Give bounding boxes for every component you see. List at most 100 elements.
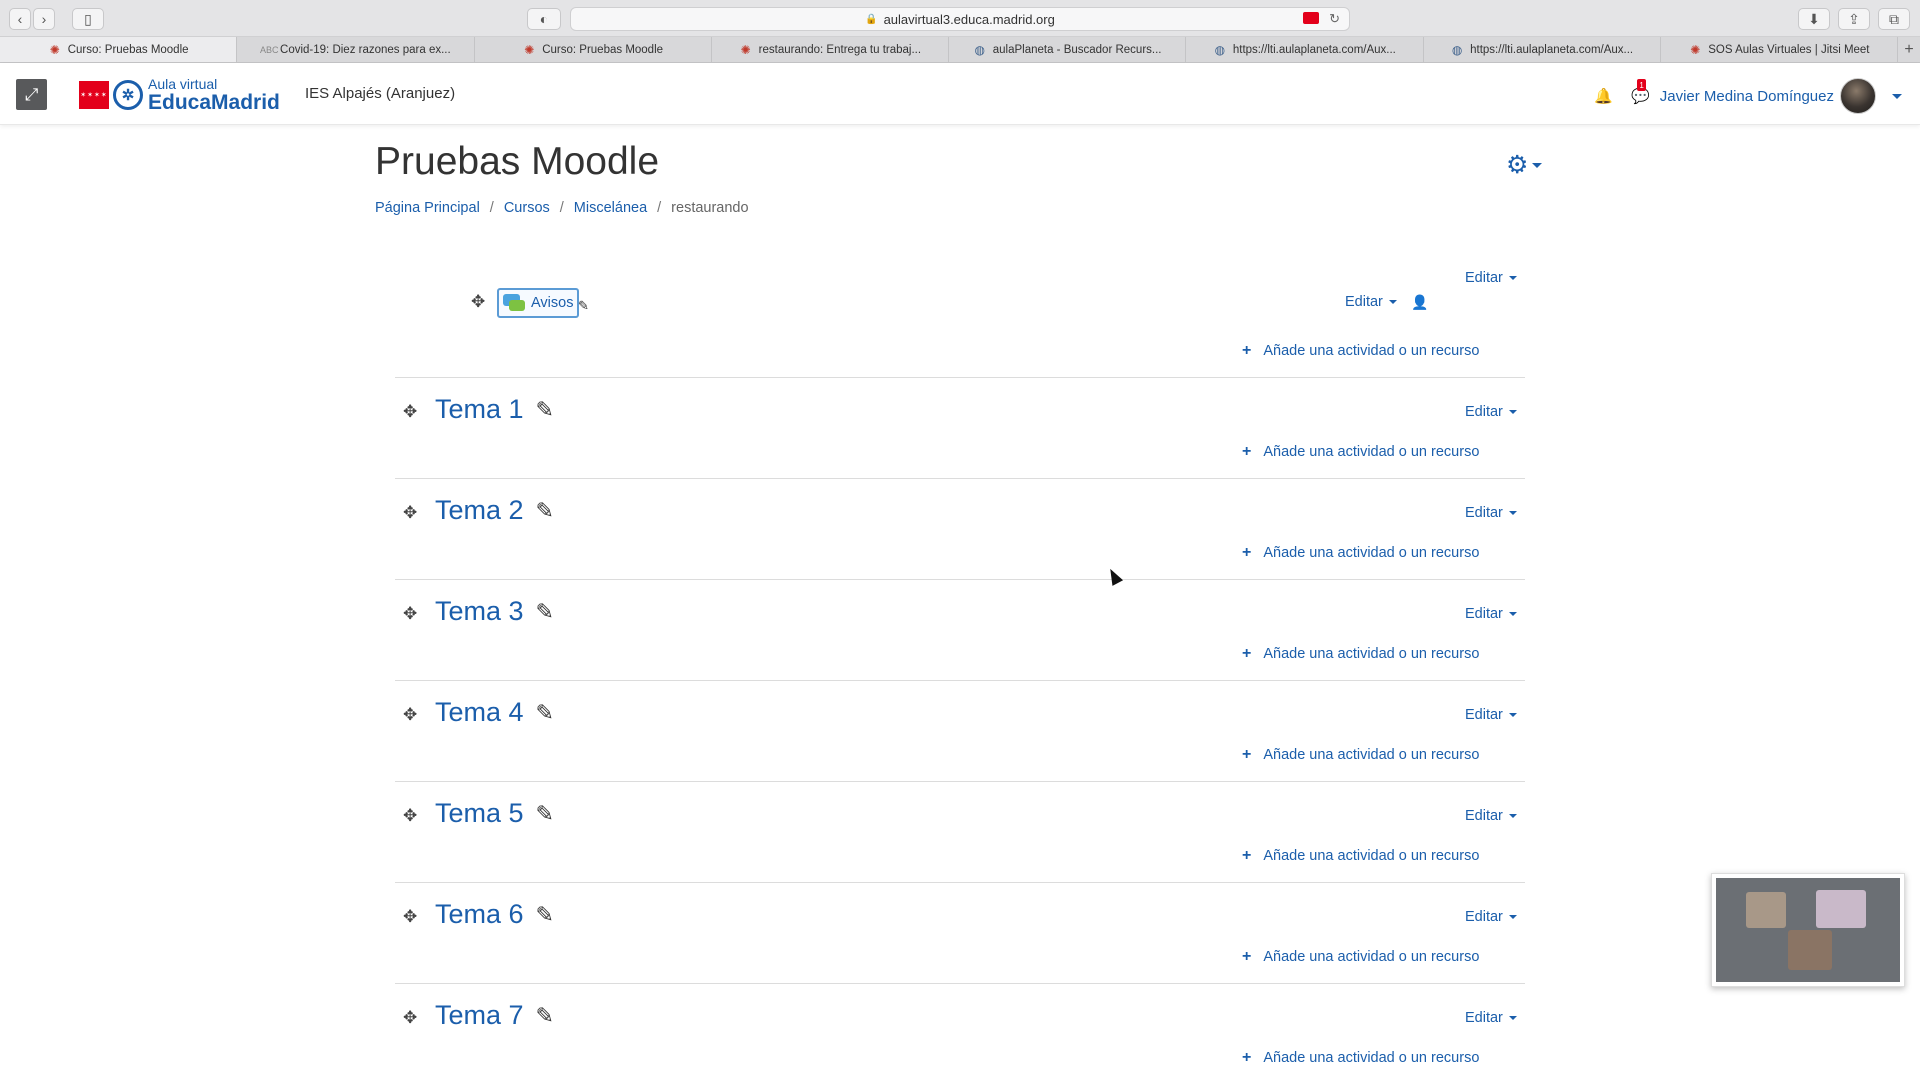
new-tab-button[interactable]: + (1898, 37, 1920, 62)
section-title-tema-5[interactable]: Tema 5 ✎ (435, 798, 554, 829)
section-title-tema-2[interactable]: Tema 2 ✎ (435, 495, 554, 526)
pencil-icon[interactable]: ✎ (536, 1003, 554, 1029)
section-4-edit-menu[interactable]: Editar (1465, 707, 1517, 723)
section-1-edit-menu[interactable]: Editar (1465, 404, 1517, 420)
section-title-tema-7[interactable]: Tema 7 ✎ (435, 1000, 554, 1031)
breadcrumb-home[interactable]: Página Principal (375, 200, 480, 216)
move-icon[interactable]: ✥ (403, 907, 417, 927)
pencil-icon[interactable]: ✎ (536, 397, 554, 423)
chevron-down-icon (1508, 612, 1517, 616)
user-icon[interactable]: 👤 (1411, 294, 1428, 311)
move-icon[interactable]: ✥ (471, 292, 485, 312)
add-activity-button[interactable]: + Añade una actividad o un recurso (1242, 544, 1479, 562)
activity-avisos-edit-menu[interactable]: Editar (1345, 294, 1397, 310)
pencil-icon[interactable]: ✎ (578, 298, 589, 314)
extension-icon[interactable] (1303, 12, 1319, 24)
site-name[interactable]: IES Alpajés (Aranjuez) (305, 85, 455, 102)
plus-icon: + (1242, 443, 1252, 460)
tab-1[interactable]: ABC Covid-19: Diez razones para ex... (237, 37, 475, 62)
pencil-icon[interactable]: ✎ (536, 902, 554, 928)
forward-button[interactable]: › (33, 8, 55, 30)
site-navbar: ⤢ ✶✶✶✶ ✲ Aula virtual EducaMadrid IES Al… (0, 63, 1920, 125)
add-activity-button[interactable]: + Añade una actividad o un recurso (1242, 746, 1479, 764)
pencil-icon[interactable]: ✎ (536, 801, 554, 827)
educamadrid-emblem-icon: ✲ (113, 80, 143, 110)
move-icon[interactable]: ✥ (403, 604, 417, 624)
site-logo[interactable]: ✶✶✶✶ ✲ Aula virtual EducaMadrid (79, 77, 280, 113)
lock-icon: 🔒 (865, 13, 878, 25)
section-title-tema-1[interactable]: Tema 1 ✎ (435, 394, 554, 425)
section-title-tema-6[interactable]: Tema 6 ✎ (435, 899, 554, 930)
tab-7[interactable]: ✺ SOS Aulas Virtuales | Jitsi Meet (1661, 37, 1898, 62)
drawer-toggle-button[interactable]: ⤢ (16, 79, 47, 110)
course-settings-menu[interactable]: ⚙ (1506, 153, 1543, 178)
move-icon[interactable]: ✥ (403, 503, 417, 523)
sidebar-toggle-button[interactable]: ▯ (72, 8, 104, 30)
back-button[interactable]: ‹ (9, 8, 31, 30)
add-activity-button[interactable]: + Añade una actividad o un recurso (1242, 847, 1479, 865)
address-bar[interactable]: 🔒 aulavirtual3.educa.madrid.org ↻ (570, 7, 1350, 31)
participant-video (1788, 930, 1832, 970)
user-menu-area: 🔔 💬 1 Javier Medina Domínguez (1594, 78, 1902, 114)
downloads-button[interactable]: ⬇ (1798, 8, 1830, 30)
add-activity-button[interactable]: + Añade una actividad o un recurso (1242, 645, 1479, 663)
message-count-badge: 1 (1637, 79, 1647, 91)
add-activity-button[interactable]: + Añade una actividad o un recurso (1242, 1049, 1479, 1067)
avatar[interactable] (1840, 78, 1876, 114)
tab-3[interactable]: ✺ restaurando: Entrega tu trabaj... (712, 37, 949, 62)
share-icon: ⇪ (1848, 10, 1860, 27)
pencil-icon[interactable]: ✎ (536, 700, 554, 726)
pencil-icon[interactable]: ✎ (536, 498, 554, 524)
tab-4[interactable]: ◍ aulaPlaneta - Buscador Recurs... (949, 37, 1187, 62)
chevron-down-icon (1508, 410, 1517, 414)
tab-5[interactable]: ◍ https://lti.aulaplaneta.com/Aux... (1186, 37, 1424, 62)
globe-icon: ◍ (974, 42, 985, 57)
user-name[interactable]: Javier Medina Domínguez (1660, 88, 1834, 105)
globe-icon: ◍ (1451, 42, 1463, 57)
abc-icon: ABC (260, 44, 279, 55)
chevron-down-icon (1532, 163, 1543, 168)
chevron-down-icon[interactable] (1892, 93, 1902, 99)
move-icon[interactable]: ✥ (403, 402, 417, 422)
section-5-edit-menu[interactable]: Editar (1465, 808, 1517, 824)
reload-icon[interactable]: ↻ (1329, 11, 1340, 27)
bell-icon[interactable]: 🔔 (1594, 87, 1613, 105)
tab-2[interactable]: ✺ Curso: Pruebas Moodle (475, 37, 712, 62)
tabs-overview-button[interactable]: ⧉ (1878, 8, 1910, 30)
globe-icon: ◍ (1214, 42, 1226, 57)
add-activity-button[interactable]: + Añade una actividad o un recurso (1242, 342, 1479, 360)
move-icon[interactable]: ✥ (403, 806, 417, 826)
add-activity-button[interactable]: + Añade una actividad o un recurso (1242, 443, 1479, 461)
plus-icon: + (1242, 342, 1252, 359)
section-title-tema-4[interactable]: Tema 4 ✎ (435, 697, 554, 728)
section-title-tema-3[interactable]: Tema 3 ✎ (435, 596, 554, 627)
activity-avisos[interactable]: Avisos (497, 288, 580, 318)
share-button[interactable]: ⇪ (1838, 8, 1870, 30)
section-divider (395, 882, 1525, 883)
chevron-down-icon (1508, 1016, 1517, 1020)
section-7-edit-menu[interactable]: Editar (1465, 1010, 1517, 1026)
pencil-icon[interactable]: ✎ (536, 599, 554, 625)
add-activity-button[interactable]: + Añade una actividad o un recurso (1242, 948, 1479, 966)
section-0-edit-menu[interactable]: Editar (1465, 270, 1517, 286)
video-call-thumbnail[interactable] (1711, 873, 1905, 987)
breadcrumb: Página Principal / Cursos / Miscelánea /… (375, 200, 749, 216)
tab-6[interactable]: ◍ https://lti.aulaplaneta.com/Aux... (1424, 37, 1661, 62)
move-icon[interactable]: ✥ (403, 705, 417, 725)
breadcrumb-category[interactable]: Miscelánea (574, 200, 647, 216)
chevron-right-icon: › (41, 11, 47, 27)
privacy-button[interactable]: ◐ (527, 8, 561, 30)
tab-0[interactable]: ✺ Curso: Pruebas Moodle (0, 37, 238, 62)
toolbar-right: ⬇ ⇪ ⧉ (1798, 4, 1910, 30)
section-6-edit-menu[interactable]: Editar (1465, 909, 1517, 925)
logo-bottom-text: EducaMadrid (148, 91, 280, 114)
section-3-edit-menu[interactable]: Editar (1465, 606, 1517, 622)
messages-button[interactable]: 💬 1 (1631, 79, 1650, 105)
tab-bar: ✺ Curso: Pruebas Moodle ABC Covid-19: Diez… (0, 37, 1920, 63)
plus-icon: + (1242, 1049, 1252, 1066)
section-2-edit-menu[interactable]: Editar (1465, 505, 1517, 521)
moodle-icon: ✺ (1690, 42, 1701, 57)
move-icon[interactable]: ✥ (403, 1008, 417, 1028)
breadcrumb-courses[interactable]: Cursos (504, 200, 550, 216)
plus-icon: + (1242, 746, 1252, 763)
